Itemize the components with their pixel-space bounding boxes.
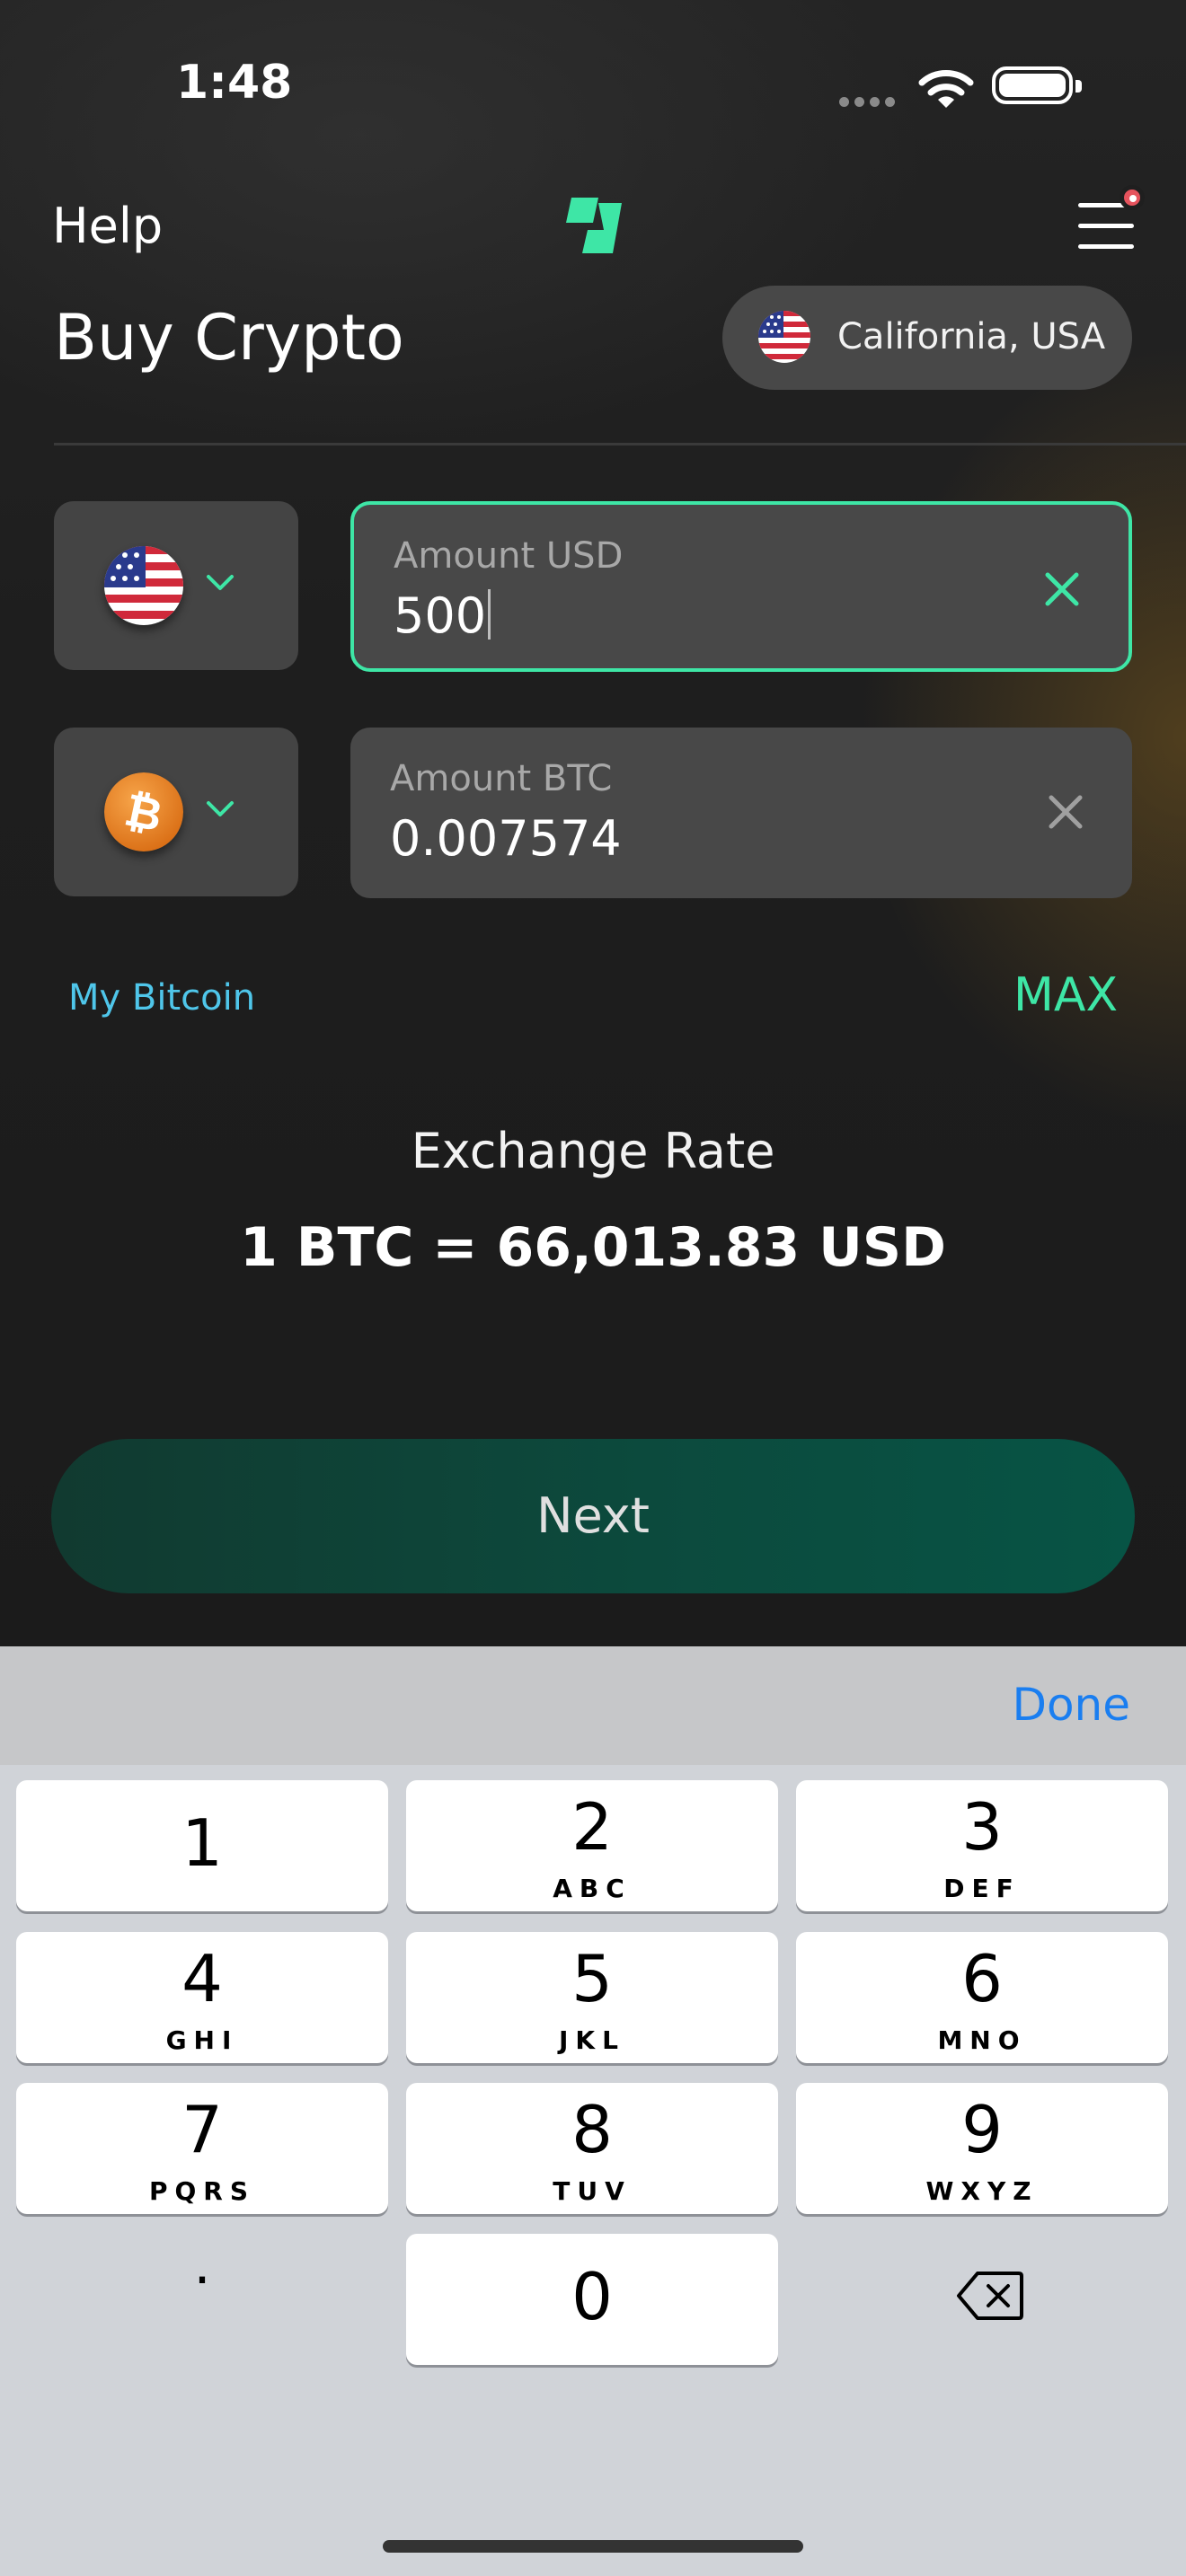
crypto-currency-selector[interactable]: ₿	[54, 728, 298, 896]
next-button[interactable]: Next	[51, 1439, 1135, 1593]
help-link[interactable]: Help	[52, 198, 163, 254]
location-selector[interactable]: California, USA	[722, 286, 1132, 390]
key-7[interactable]: 7 PQRS	[16, 2083, 388, 2214]
bitcoin-icon: ₿	[104, 772, 183, 851]
fiat-currency-selector[interactable]	[54, 501, 298, 670]
key-9[interactable]: 9 WXYZ	[796, 2083, 1168, 2214]
page-title: Buy Crypto	[54, 301, 404, 375]
clear-btc-icon[interactable]	[1046, 792, 1085, 832]
key-2[interactable]: 2 ABC	[406, 1780, 778, 1911]
key-4[interactable]: 4 GHI	[16, 1932, 388, 2063]
keyboard-toolbar: Done	[0, 1646, 1186, 1765]
key-5[interactable]: 5 JKL	[406, 1932, 778, 2063]
divider	[54, 443, 1186, 446]
battery-icon	[992, 66, 1082, 104]
chevron-down-icon	[205, 799, 235, 823]
cellular-signal-icon	[839, 93, 900, 107]
key-0[interactable]: 0	[406, 2234, 778, 2365]
notification-dot	[1120, 185, 1145, 210]
amount-btc-input[interactable]: 0.007574	[390, 810, 622, 867]
hamburger-menu-icon[interactable]	[1078, 185, 1145, 251]
amount-btc-field[interactable]: Amount BTC 0.007574	[350, 728, 1132, 898]
next-button-label: Next	[536, 1487, 650, 1544]
exchange-rate-value: 1 BTC = 66,013.83 USD	[240, 1216, 946, 1279]
max-button[interactable]: MAX	[1013, 968, 1118, 1022]
amount-btc-label: Amount BTC	[390, 758, 613, 799]
wifi-icon	[918, 68, 974, 113]
chevron-down-icon	[205, 573, 235, 596]
key-decimal[interactable]: .	[16, 2234, 388, 2365]
exchange-rate-label: Exchange Rate	[411, 1123, 775, 1179]
amount-usd-label: Amount USD	[394, 535, 624, 577]
my-bitcoin-link[interactable]: My Bitcoin	[68, 977, 255, 1019]
key-8[interactable]: 8 TUV	[406, 2083, 778, 2214]
location-label: California, USA	[837, 316, 1106, 357]
brand-logo-icon	[559, 196, 627, 260]
status-time: 1:48	[176, 56, 293, 110]
amount-usd-field[interactable]: Amount USD 500	[350, 501, 1132, 672]
amount-usd-input[interactable]: 500	[394, 587, 491, 644]
home-indicator	[383, 2540, 803, 2553]
clear-usd-icon[interactable]	[1042, 569, 1082, 609]
done-button[interactable]: Done	[1012, 1679, 1130, 1731]
us-flag-icon	[104, 546, 183, 625]
buy-crypto-screen: 1:48 Help Buy Crypto California, USA Amo…	[0, 0, 1186, 1646]
key-1[interactable]: 1	[16, 1780, 388, 1911]
backspace-icon[interactable]	[956, 2270, 1024, 2325]
key-3[interactable]: 3 DEF	[796, 1780, 1168, 1911]
us-flag-icon	[758, 311, 810, 363]
key-6[interactable]: 6 MNO	[796, 1932, 1168, 2063]
